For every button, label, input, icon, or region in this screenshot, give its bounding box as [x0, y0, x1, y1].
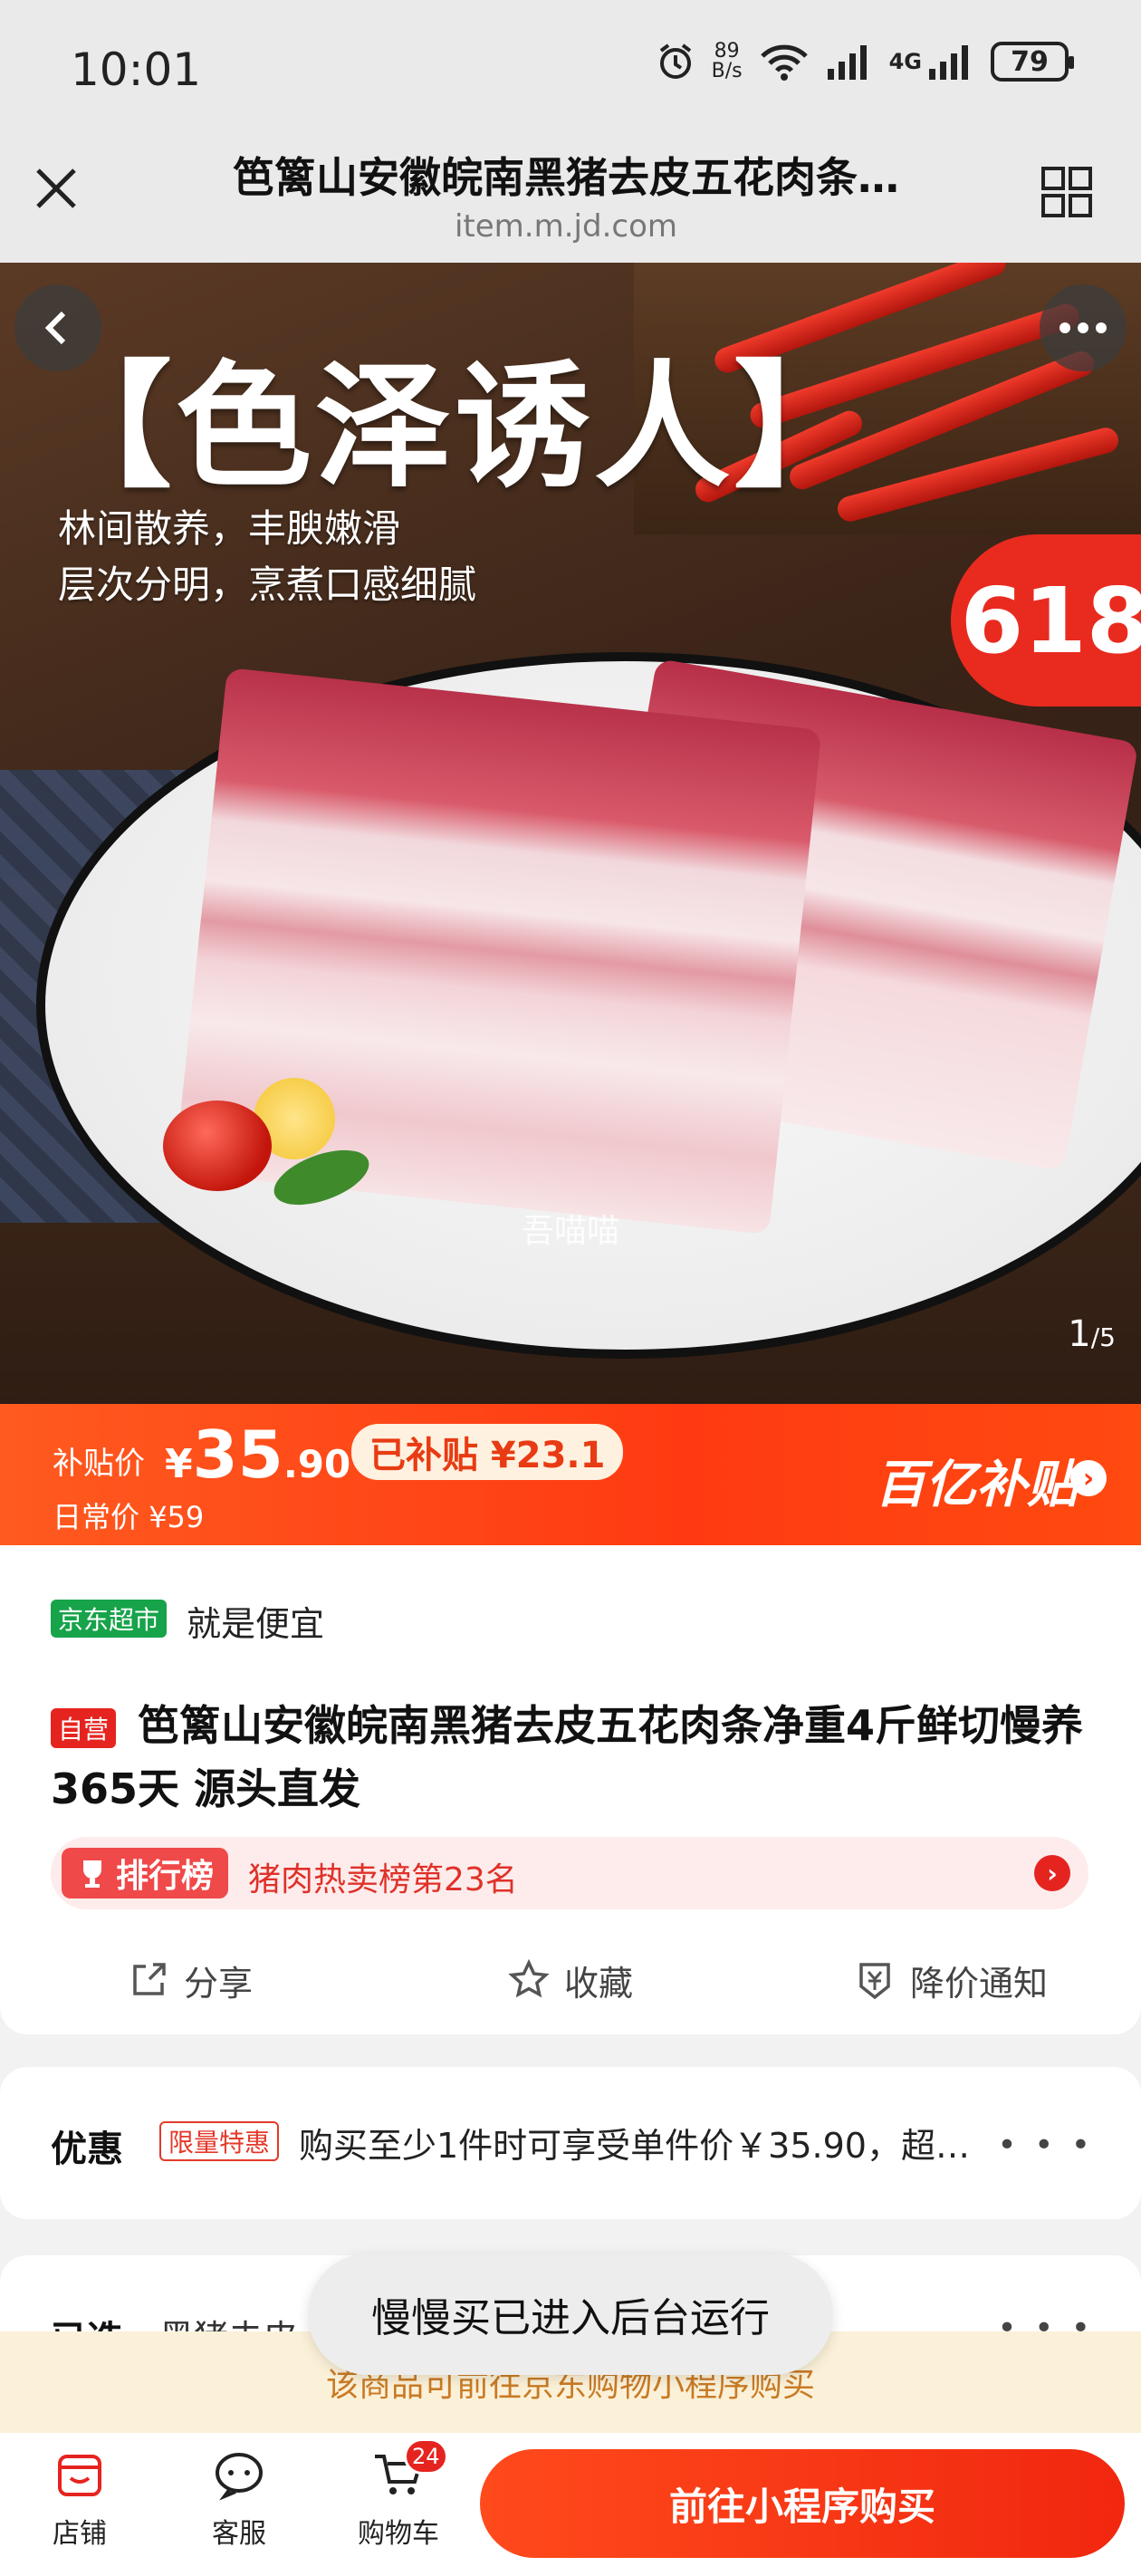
- page-title: 笆篱山安徽皖南黑猪去皮五花肉条…: [233, 153, 899, 202]
- subsidy-price-label: 补贴价: [53, 1446, 145, 1482]
- hero-subline-2: 层次分明，烹煮口感细腻: [58, 562, 477, 607]
- go-to-mini-program-button[interactable]: 前往小程序购买: [480, 2449, 1125, 2558]
- signal-4g-icon: [929, 45, 968, 80]
- ranking-text: 猪肉热卖榜第23名: [248, 1861, 518, 1898]
- net-speed: 89 B/s: [711, 40, 743, 82]
- cart-button[interactable]: 购物车 24: [344, 2438, 453, 2551]
- battery-indicator: 79: [991, 42, 1074, 82]
- status-icons: 89 B/s 4G 79: [656, 40, 1074, 82]
- network-type: 4G: [888, 49, 922, 74]
- customer-service-button[interactable]: 客服: [185, 2447, 293, 2551]
- jd-supermarket-slogan: 就是便宜: [187, 1604, 325, 1644]
- watermark: 吾喵喵: [521, 1213, 619, 1250]
- share-icon: [133, 1963, 166, 1995]
- trophy-icon: [83, 1860, 101, 1888]
- price-alert-button[interactable]: 降价通知: [761, 1944, 1141, 2016]
- chevron-right-icon[interactable]: ›: [1070, 1460, 1107, 1496]
- action-row: 分享 收藏 降价通知: [0, 1944, 1141, 2016]
- billion-subsidy-logo[interactable]: 百亿补贴: [875, 1444, 1078, 1517]
- toast-message: 慢慢买已进入后台运行: [308, 2254, 833, 2375]
- chat-icon: [216, 2453, 263, 2501]
- promotion-label: 优惠: [51, 2129, 123, 2170]
- jd-supermarket-tag[interactable]: 京东超市: [51, 1600, 168, 1638]
- status-bar: 10:01 89 B/s 4G 79: [0, 0, 1141, 136]
- ranking-tag: 排行榜: [62, 1848, 229, 1898]
- limited-offer-tag: 限量特惠: [159, 2121, 280, 2161]
- product-info-card: 京东超市 就是便宜 笆篱山安徽皖南黑猪去皮五花肉条净重4斤鲜切慢养365天 源头…: [0, 1545, 1141, 2034]
- subsidy-price: ¥35.90: [165, 1417, 351, 1493]
- nav-bar: 笆篱山安徽皖南黑猪去皮五花肉条… item.m.jd.com: [0, 136, 1141, 263]
- subsidized-amount-tag: 已补贴 ¥23.1: [351, 1424, 624, 1480]
- share-button[interactable]: 分享: [0, 1944, 380, 2016]
- promotion-text: 购买至少1件时可享受单件价￥35.90，超…: [299, 2126, 970, 2166]
- daily-price: 日常价 ¥59: [53, 1500, 205, 1534]
- signal-icon: [827, 45, 867, 80]
- star-icon: [508, 1959, 550, 1998]
- back-button[interactable]: [14, 284, 101, 371]
- more-button[interactable]: [1040, 284, 1127, 371]
- page-url: item.m.jd.com: [454, 208, 677, 245]
- grid-menu-icon[interactable]: [1040, 165, 1094, 219]
- cart-count-badge: 24: [404, 2438, 448, 2475]
- self-operated-tag: 自营: [51, 1708, 117, 1748]
- close-icon[interactable]: [27, 159, 85, 217]
- more-dots-icon: [1060, 322, 1107, 333]
- more-dots-icon[interactable]: • • •: [997, 2127, 1094, 2164]
- promo-618-badge: 618: [951, 534, 1141, 706]
- chevron-left-icon: [44, 311, 66, 345]
- status-time: 10:01: [71, 43, 202, 96]
- chevron-right-icon[interactable]: ›: [1034, 1855, 1070, 1891]
- store-icon: [58, 2455, 101, 2496]
- image-page-indicator: 1/5: [1068, 1313, 1116, 1355]
- product-title: 笆篱山安徽皖南黑猪去皮五花肉条净重4斤鲜切慢养365天 源头直发: [51, 1701, 1084, 1813]
- alarm-icon: [659, 43, 691, 79]
- price-tag-icon: [859, 1963, 890, 2000]
- hero-headline: 【色泽诱人】: [36, 347, 874, 506]
- store-button[interactable]: 店铺: [25, 2447, 134, 2551]
- promotion-card[interactable]: 优惠 限量特惠 购买至少1件时可享受单件价￥35.90，超… • • •: [0, 2067, 1141, 2219]
- product-image-carousel[interactable]: 【色泽诱人】 林间散养，丰腴嫩滑 层次分明，烹煮口感细腻 618 吾喵喵 1/5: [0, 263, 1141, 1404]
- bottom-action-bar: 店铺 客服 购物车 24 前往小程序购买: [0, 2433, 1141, 2576]
- price-bar: 补贴价 ¥35.90 已补贴 ¥23.1 日常价 ¥59 百亿补贴 ›: [0, 1404, 1141, 1545]
- ranking-bar[interactable]: 排行榜 猪肉热卖榜第23名 ›: [51, 1837, 1088, 1909]
- hero-subline-1: 林间散养，丰腴嫩滑: [58, 506, 401, 551]
- favorite-button[interactable]: 收藏: [380, 1944, 761, 2016]
- wifi-icon: [760, 44, 808, 81]
